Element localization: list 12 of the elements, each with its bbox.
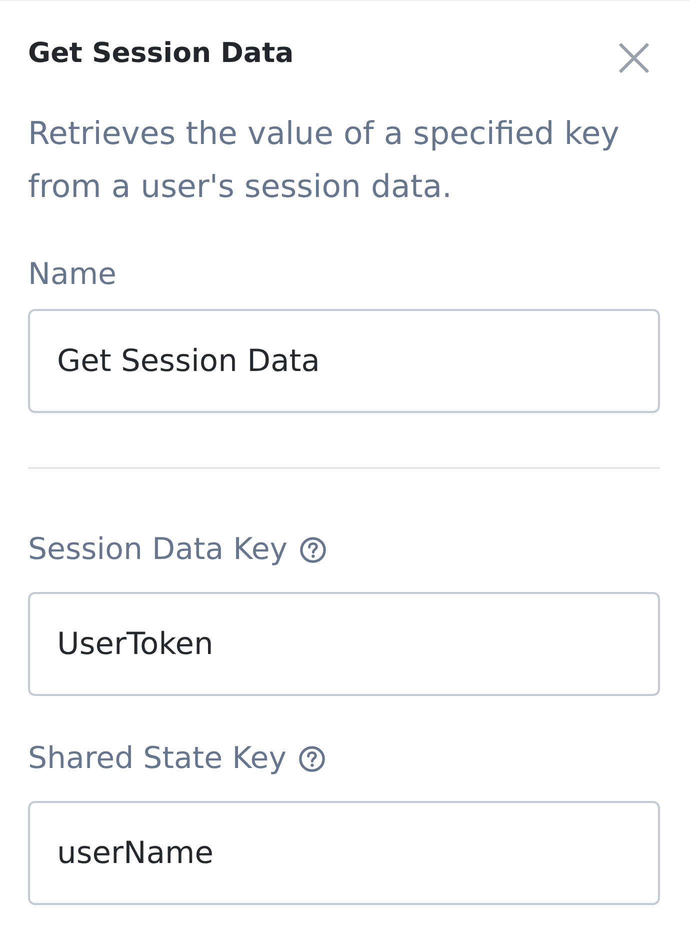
field-label: Shared State Key — [28, 740, 286, 778]
close-icon — [618, 42, 650, 74]
help-icon[interactable] — [300, 537, 326, 563]
close-button[interactable] — [618, 42, 650, 74]
help-icon[interactable] — [298, 746, 324, 772]
panel-description: Retrieves the value of a specified key from a user's session data. — [28, 115, 620, 207]
panel-title: Get Session Data — [28, 36, 294, 71]
text-field[interactable]: UserToken — [28, 592, 660, 696]
field-label: Session Data Key — [28, 531, 288, 569]
text-field[interactable]: Get Session Data — [28, 309, 660, 413]
text-field[interactable]: userName — [28, 801, 660, 905]
field-label: Name — [28, 256, 117, 294]
